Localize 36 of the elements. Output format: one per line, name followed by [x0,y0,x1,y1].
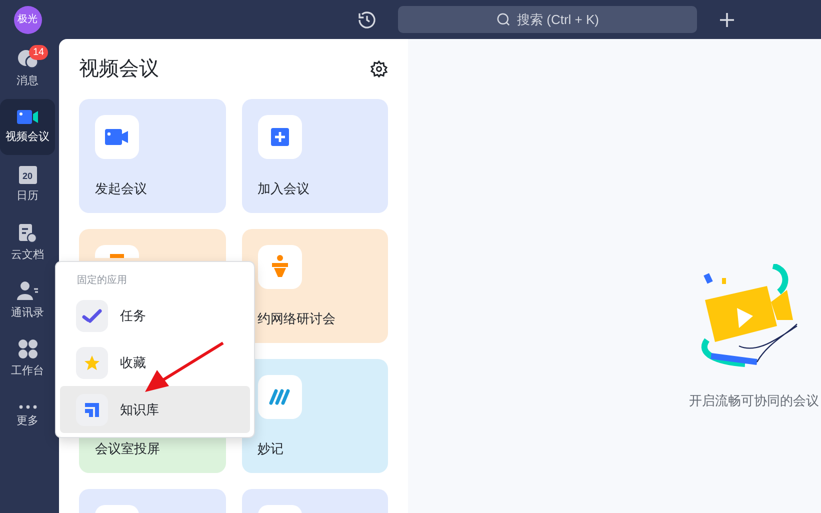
podium-icon [258,245,302,289]
meeting-card[interactable]: 加入会议 [242,99,388,213]
sidebar-item[interactable]: 消息 14 [0,41,55,97]
wave-icon [258,375,302,419]
search-placeholder: 搜索 (Ctrl + K) [517,10,599,29]
empty-state-text: 开启流畅可协同的会议 [689,392,819,410]
sidebar-item[interactable]: 通讯录 [0,273,55,329]
plus-icon[interactable] [720,12,734,26]
history-icon[interactable] [357,10,377,30]
search-icon [496,12,511,27]
sidebar-item[interactable]: 工作台 [0,331,55,387]
video-camera-icon [16,108,38,125]
more-icon [18,404,36,409]
meeting-card[interactable]: 约网络研讨会 [242,229,388,343]
bar-icon [95,245,139,258]
plus-square-icon [258,115,302,159]
avatar[interactable]: 极光 [14,6,42,34]
meeting-card[interactable]: 妙记 [242,359,388,473]
book-icon [76,394,108,426]
search-field[interactable]: 搜索 (Ctrl + K) [398,6,697,33]
document-cloud-icon [18,222,38,243]
popup-heading: 固定的应用 [76,274,128,288]
popup-menu-item[interactable]: 知识库 [60,386,250,433]
calendar-icon: 20 [18,166,36,184]
video-camera-icon [95,115,139,159]
meeting-card[interactable]: 发起会议 [79,99,226,213]
check-icon [76,300,108,332]
panel-title: 视频会议 [79,57,159,82]
sidebar-item[interactable]: 更多 [0,389,55,445]
sidebar-item[interactable]: 云文档 [0,215,55,271]
sidebar-item[interactable]: 视频会议 [0,99,55,155]
person-icon [16,280,38,301]
sidebar-item[interactable]: 20 日历 [0,157,55,213]
settings-icon[interactable] [370,60,388,78]
unread-badge: 14 [29,45,48,60]
four-circles-icon [18,338,38,359]
